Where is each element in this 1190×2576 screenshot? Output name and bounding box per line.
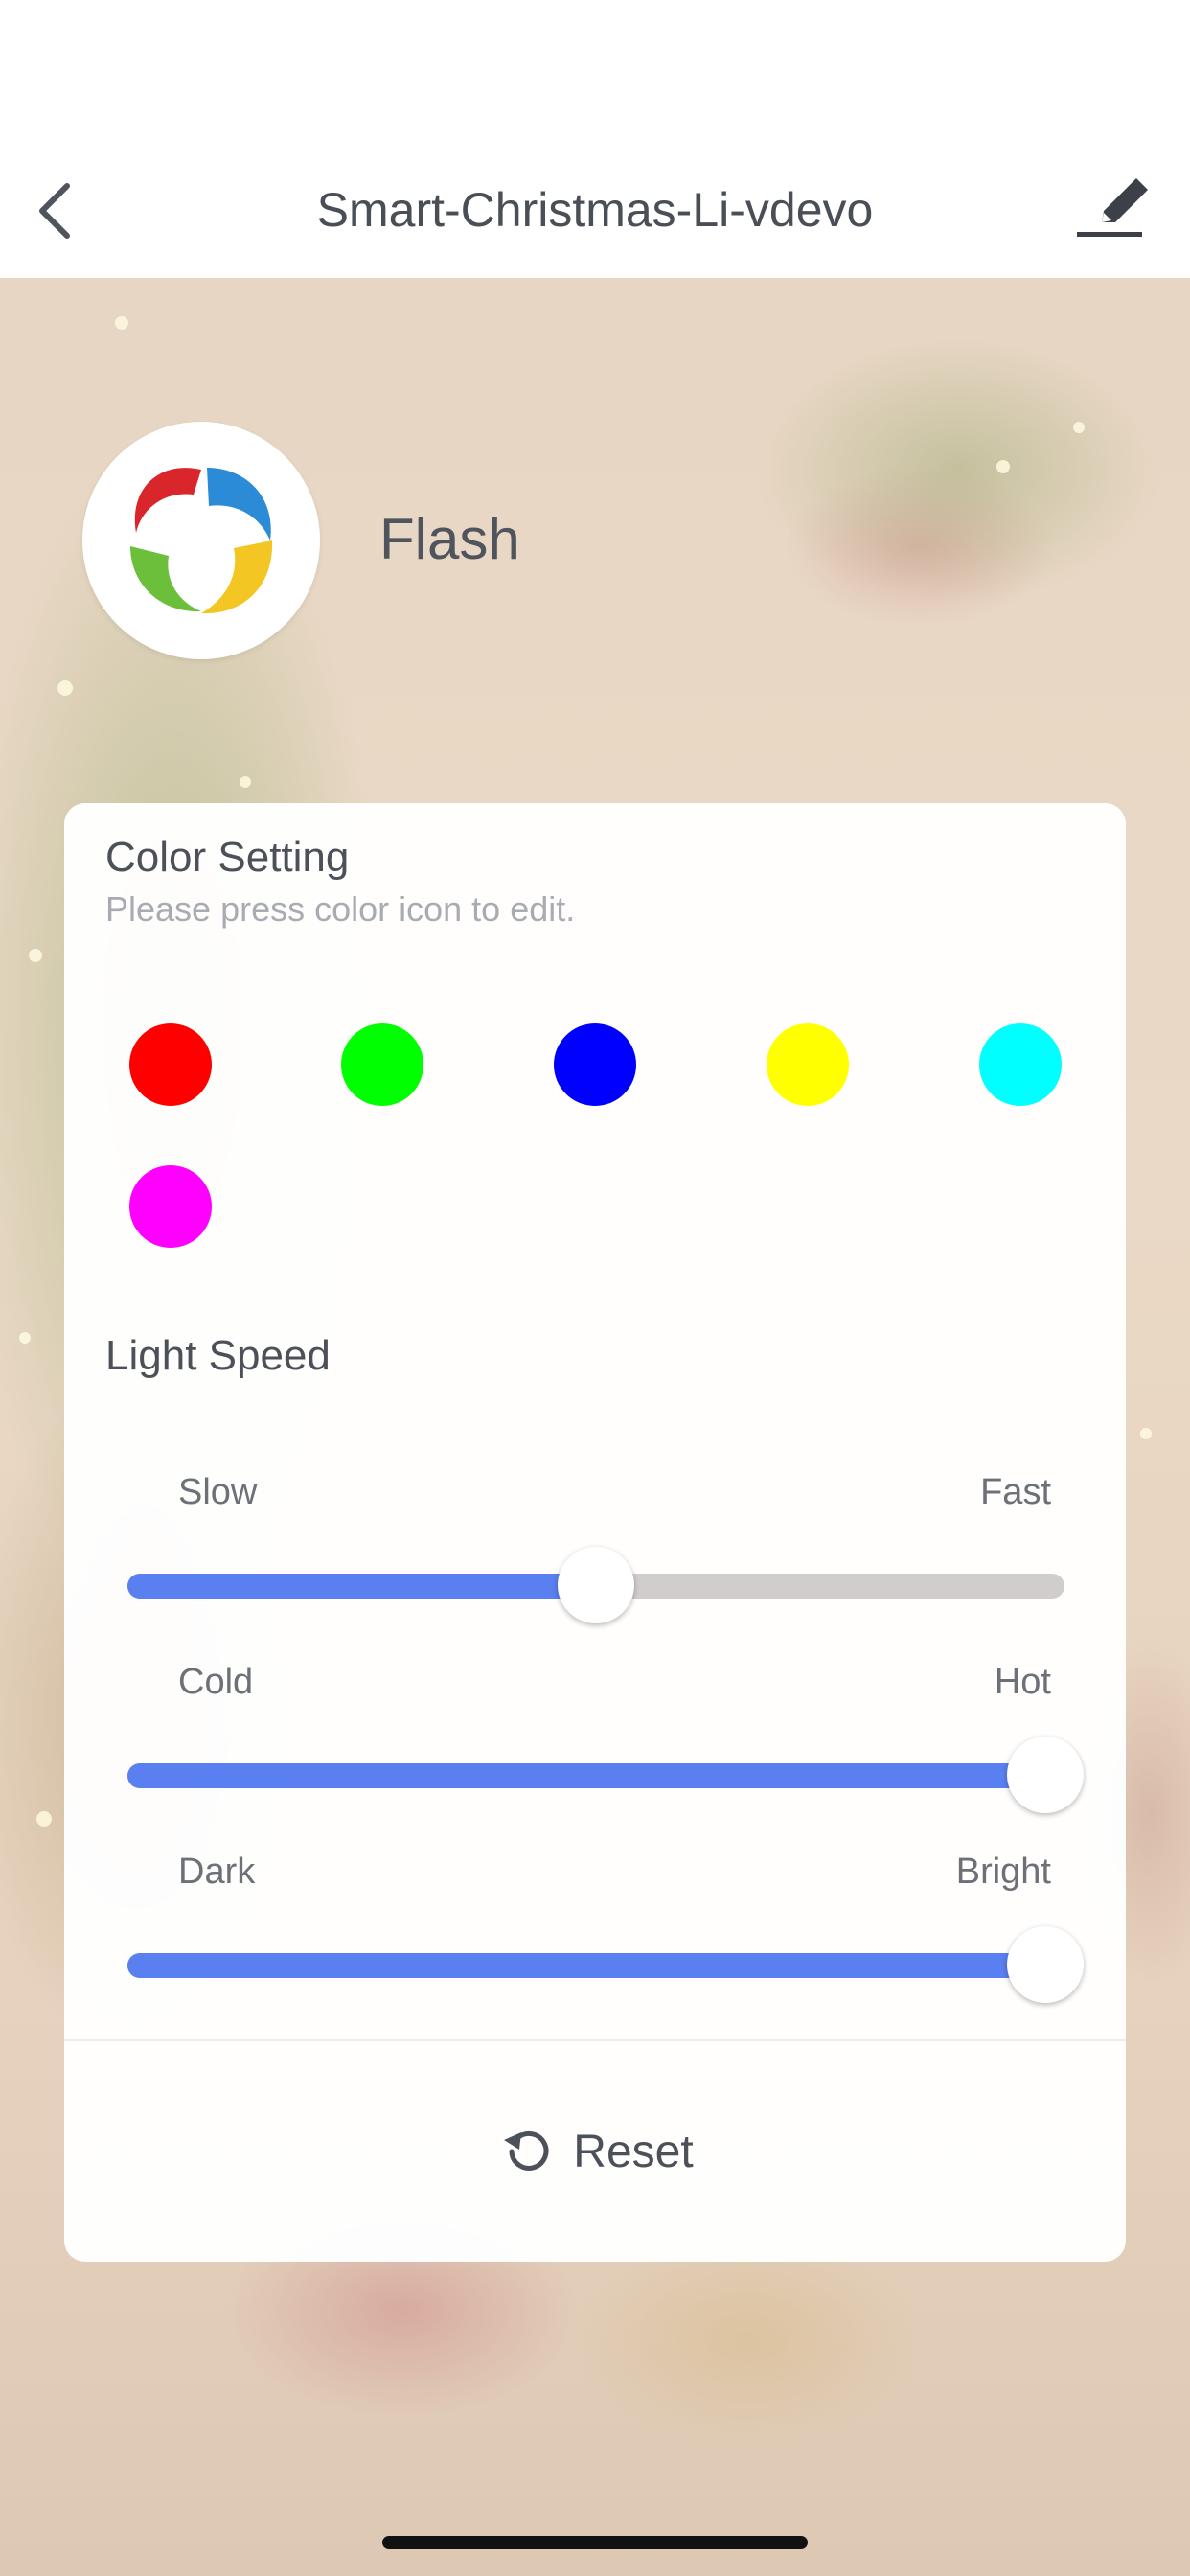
slider-fill [127,1763,1064,1788]
color-swatch-green[interactable] [341,1024,423,1106]
color-swatch-magenta[interactable] [129,1165,212,1248]
slider-fill [127,1953,1064,1978]
light-sparkle [1073,422,1085,433]
color-swatch-yellow[interactable] [767,1024,849,1106]
navigation-bar: Smart-Christmas-Li-vdevo [0,115,1190,278]
mode-name: Flash [379,507,520,571]
slider-thumb[interactable] [1007,1926,1084,2003]
reset-label: Reset [573,2126,694,2177]
speed-slider[interactable] [127,1547,1064,1623]
chevron-left-icon [39,183,70,239]
pencil-icon [1077,178,1148,237]
brightness-slider[interactable] [127,1926,1084,2003]
light-sparkle [996,460,1010,473]
slider-max-label: Fast [980,1472,1051,1512]
status-bar [0,0,1190,115]
back-button[interactable] [29,172,86,249]
refresh-icon [504,2130,549,2171]
color-swatch-blue[interactable] [554,1024,636,1106]
edit-button[interactable] [1073,172,1159,249]
slider-min-label: Dark [178,1852,256,1892]
slider-thumb[interactable] [558,1547,634,1623]
light-sparkle [115,316,128,330]
color-setting-hint: Please press color icon to edit. [105,889,576,929]
color-swatch-red[interactable] [129,1024,212,1106]
color-setting-title: Color Setting [105,834,350,881]
slider-thumb[interactable] [1007,1736,1084,1813]
light-sparkle [36,1811,52,1827]
slider-min-label: Cold [178,1662,254,1702]
light-sparkle [1140,1428,1152,1439]
mode-logo [82,422,320,659]
page-title: Smart-Christmas-Li-vdevo [316,183,874,237]
temperature-slider[interactable] [127,1736,1084,1813]
settings-card: Color Setting Please press color icon to… [64,803,1126,2262]
light-sparkle [29,949,42,962]
home-indicator[interactable] [382,2536,808,2549]
light-sparkle [57,680,73,696]
light-sparkle [240,776,251,788]
slider-max-label: Bright [955,1852,1051,1892]
color-swatch-cyan[interactable] [979,1024,1062,1106]
slider-min-label: Slow [178,1472,258,1512]
slider-max-label: Hot [994,1662,1051,1702]
light-sparkle [19,1332,31,1344]
light-speed-title: Light Speed [105,1332,331,1379]
reset-button[interactable]: Reset [64,2041,1126,2262]
slider-fill [127,1574,596,1598]
swirl-logo-icon [130,468,273,614]
